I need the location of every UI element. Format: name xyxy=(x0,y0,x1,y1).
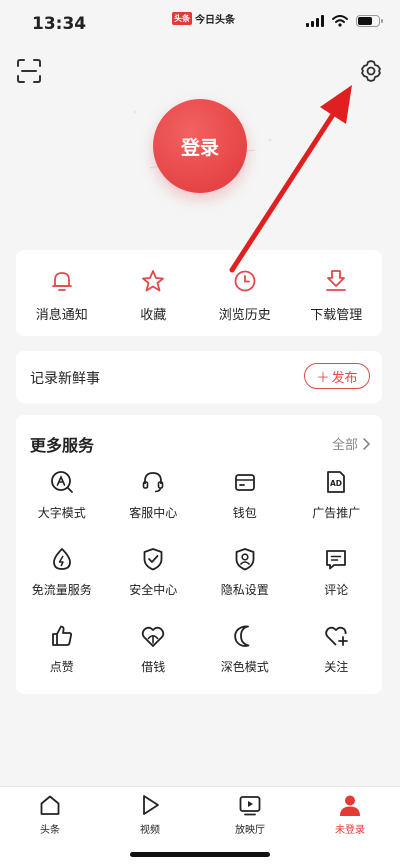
status-bar: 13:34 头条 今日头条 xyxy=(0,0,400,48)
service-data-free[interactable]: 免流量服务 xyxy=(16,542,108,619)
service-label: 广告推广 xyxy=(312,506,361,520)
service-large-font[interactable]: 大字模式 xyxy=(16,465,108,542)
app-logo: 头条 xyxy=(172,12,192,25)
download-icon xyxy=(326,270,347,291)
quick-item-label: 消息通知 xyxy=(35,308,88,323)
service-wallet[interactable]: 钱包 xyxy=(199,465,291,542)
service-loan[interactable]: 借钱 xyxy=(108,619,200,696)
tab-headlines[interactable]: 头条 xyxy=(10,793,90,836)
services-grid: 大字模式 客服中心 钱包 AD 广告推广 免流量服务 安全中心 隐私设置 评论 … xyxy=(16,465,382,696)
user-icon xyxy=(340,795,360,816)
data-free-icon xyxy=(52,547,71,570)
service-likes[interactable]: 点赞 xyxy=(16,619,108,696)
service-privacy[interactable]: 隐私设置 xyxy=(199,542,291,619)
large-font-icon xyxy=(50,471,73,493)
battery-icon xyxy=(356,15,383,27)
service-label: 客服中心 xyxy=(129,506,178,520)
post-card: 记录新鲜事 ＋ 发布 xyxy=(16,351,382,403)
service-label: 隐私设置 xyxy=(220,583,269,597)
quick-item-downloads[interactable]: 下载管理 xyxy=(291,250,383,336)
status-time: 13:34 xyxy=(32,14,87,34)
service-label: 深色模式 xyxy=(220,660,269,674)
signal-icon xyxy=(306,15,324,27)
star-icon xyxy=(142,270,165,292)
tab-cinema[interactable]: 放映厅 xyxy=(210,793,290,836)
heart-plus-icon xyxy=(325,626,349,646)
wifi-icon xyxy=(332,15,348,27)
service-label: 钱包 xyxy=(232,506,257,520)
post-prompt: 记录新鲜事 xyxy=(30,371,100,387)
publish-button[interactable]: ＋ 发布 xyxy=(304,363,370,389)
bell-icon xyxy=(51,272,72,291)
service-support[interactable]: 客服中心 xyxy=(108,465,200,542)
services-all-label: 全部 xyxy=(331,438,358,453)
headset-icon xyxy=(142,472,164,493)
login-label: 登录 xyxy=(180,136,219,159)
tv-icon xyxy=(239,796,261,816)
tab-video[interactable]: 视频 xyxy=(110,793,190,836)
quick-item-label: 浏览历史 xyxy=(218,308,271,323)
service-security[interactable]: 安全中心 xyxy=(108,542,200,619)
thumbs-up-icon xyxy=(51,625,72,646)
quick-item-label: 收藏 xyxy=(140,308,167,323)
tab-profile[interactable]: 未登录 xyxy=(310,793,390,836)
services-title: 更多服务 xyxy=(30,436,95,455)
app-name: 今日头条 xyxy=(195,15,235,26)
service-label: 借钱 xyxy=(141,660,166,674)
service-label: 安全中心 xyxy=(129,583,178,597)
wallet-icon xyxy=(234,474,255,491)
service-label: 大字模式 xyxy=(37,506,86,520)
clock-icon xyxy=(234,270,256,292)
service-label: 点赞 xyxy=(49,660,74,674)
service-label: 关注 xyxy=(324,660,349,674)
shield-icon xyxy=(143,548,163,571)
services-all-link[interactable]: 全部 xyxy=(332,434,370,453)
home-icon xyxy=(40,795,60,815)
app-badge: 头条 今日头条 xyxy=(172,11,235,26)
play-icon xyxy=(143,795,159,815)
status-icons xyxy=(306,15,383,27)
quick-actions-card: 消息通知 收藏 浏览历史 下载管理 xyxy=(16,250,382,336)
comment-icon xyxy=(326,550,347,570)
ad-icon: AD xyxy=(327,471,346,493)
services-card: 更多服务 全部 大字模式 客服中心 钱包 AD 广告推广 免流量服务 安全中心 … xyxy=(16,415,382,694)
service-label: 免流量服务 xyxy=(31,583,92,597)
tab-label: 头条 xyxy=(40,825,60,836)
service-follow[interactable]: 关注 xyxy=(291,619,383,696)
plus-icon: ＋ xyxy=(316,370,330,386)
tab-label: 视频 xyxy=(140,825,160,836)
svg-text:AD: AD xyxy=(330,479,342,488)
quick-item-favorites[interactable]: 收藏 xyxy=(108,250,200,336)
service-ads[interactable]: AD 广告推广 xyxy=(291,465,383,542)
publish-label: 发布 xyxy=(331,370,358,386)
service-dark-mode[interactable]: 深色模式 xyxy=(199,619,291,696)
quick-item-history[interactable]: 浏览历史 xyxy=(199,250,291,336)
login-button[interactable]: 登录 xyxy=(153,99,247,193)
privacy-icon xyxy=(235,548,255,571)
scan-icon[interactable] xyxy=(16,58,42,84)
chevron-right-icon xyxy=(363,437,370,450)
quick-item-label: 下载管理 xyxy=(310,308,363,323)
service-comments[interactable]: 评论 xyxy=(291,542,383,619)
home-indicator xyxy=(130,852,270,857)
gear-icon[interactable] xyxy=(358,58,384,84)
service-label: 评论 xyxy=(324,583,349,597)
moon-icon xyxy=(233,625,250,647)
quick-item-notifications[interactable]: 消息通知 xyxy=(16,250,108,336)
tab-label: 未登录 xyxy=(335,825,365,836)
tab-label: 放映厅 xyxy=(235,825,265,836)
loan-icon xyxy=(142,626,165,647)
